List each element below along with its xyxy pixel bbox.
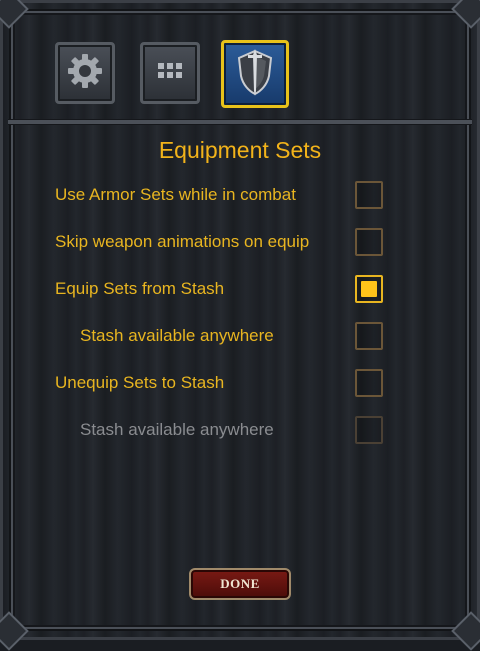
tab-equipment-sets[interactable]: [221, 40, 289, 108]
option-row[interactable]: Skip weapon animations on equip: [55, 228, 385, 258]
option-label: Equip Sets from Stash: [55, 279, 225, 298]
grid-icon: [155, 59, 185, 88]
option-checkbox: [355, 416, 383, 444]
option-checkbox[interactable]: [355, 369, 383, 397]
option-label: Unequip Sets to Stash: [55, 373, 225, 392]
tab-settings[interactable]: [55, 42, 115, 104]
page-title: Equipment Sets: [158, 137, 322, 163]
option-checkbox[interactable]: [355, 322, 383, 350]
shield-sword-icon: [232, 47, 278, 102]
option-row[interactable]: Unequip Sets to Stash: [55, 369, 385, 399]
gear-icon: [66, 52, 104, 95]
corner-ornament: [0, 611, 29, 651]
option-row: Stash available anywhere: [55, 416, 385, 446]
corner-ornament: [451, 611, 480, 651]
option-row[interactable]: Equip Sets from Stash: [55, 275, 385, 305]
option-label: Skip weapon animations on equip: [55, 232, 310, 251]
option-label: Use Armor Sets while in combat: [55, 185, 296, 204]
option-checkbox[interactable]: [355, 275, 383, 303]
option-checkbox[interactable]: [355, 181, 383, 209]
done-button[interactable]: DONE: [189, 568, 291, 600]
option-label: Stash available anywhere: [80, 326, 274, 345]
tab-inventory-grid[interactable]: [140, 42, 200, 104]
option-row[interactable]: Stash available anywhere: [55, 322, 385, 352]
option-label: Stash available anywhere: [80, 420, 274, 439]
option-checkbox[interactable]: [355, 228, 383, 256]
tab-bar: [0, 0, 480, 124]
option-row[interactable]: Use Armor Sets while in combat: [55, 181, 385, 211]
tab-divider: [8, 120, 472, 124]
